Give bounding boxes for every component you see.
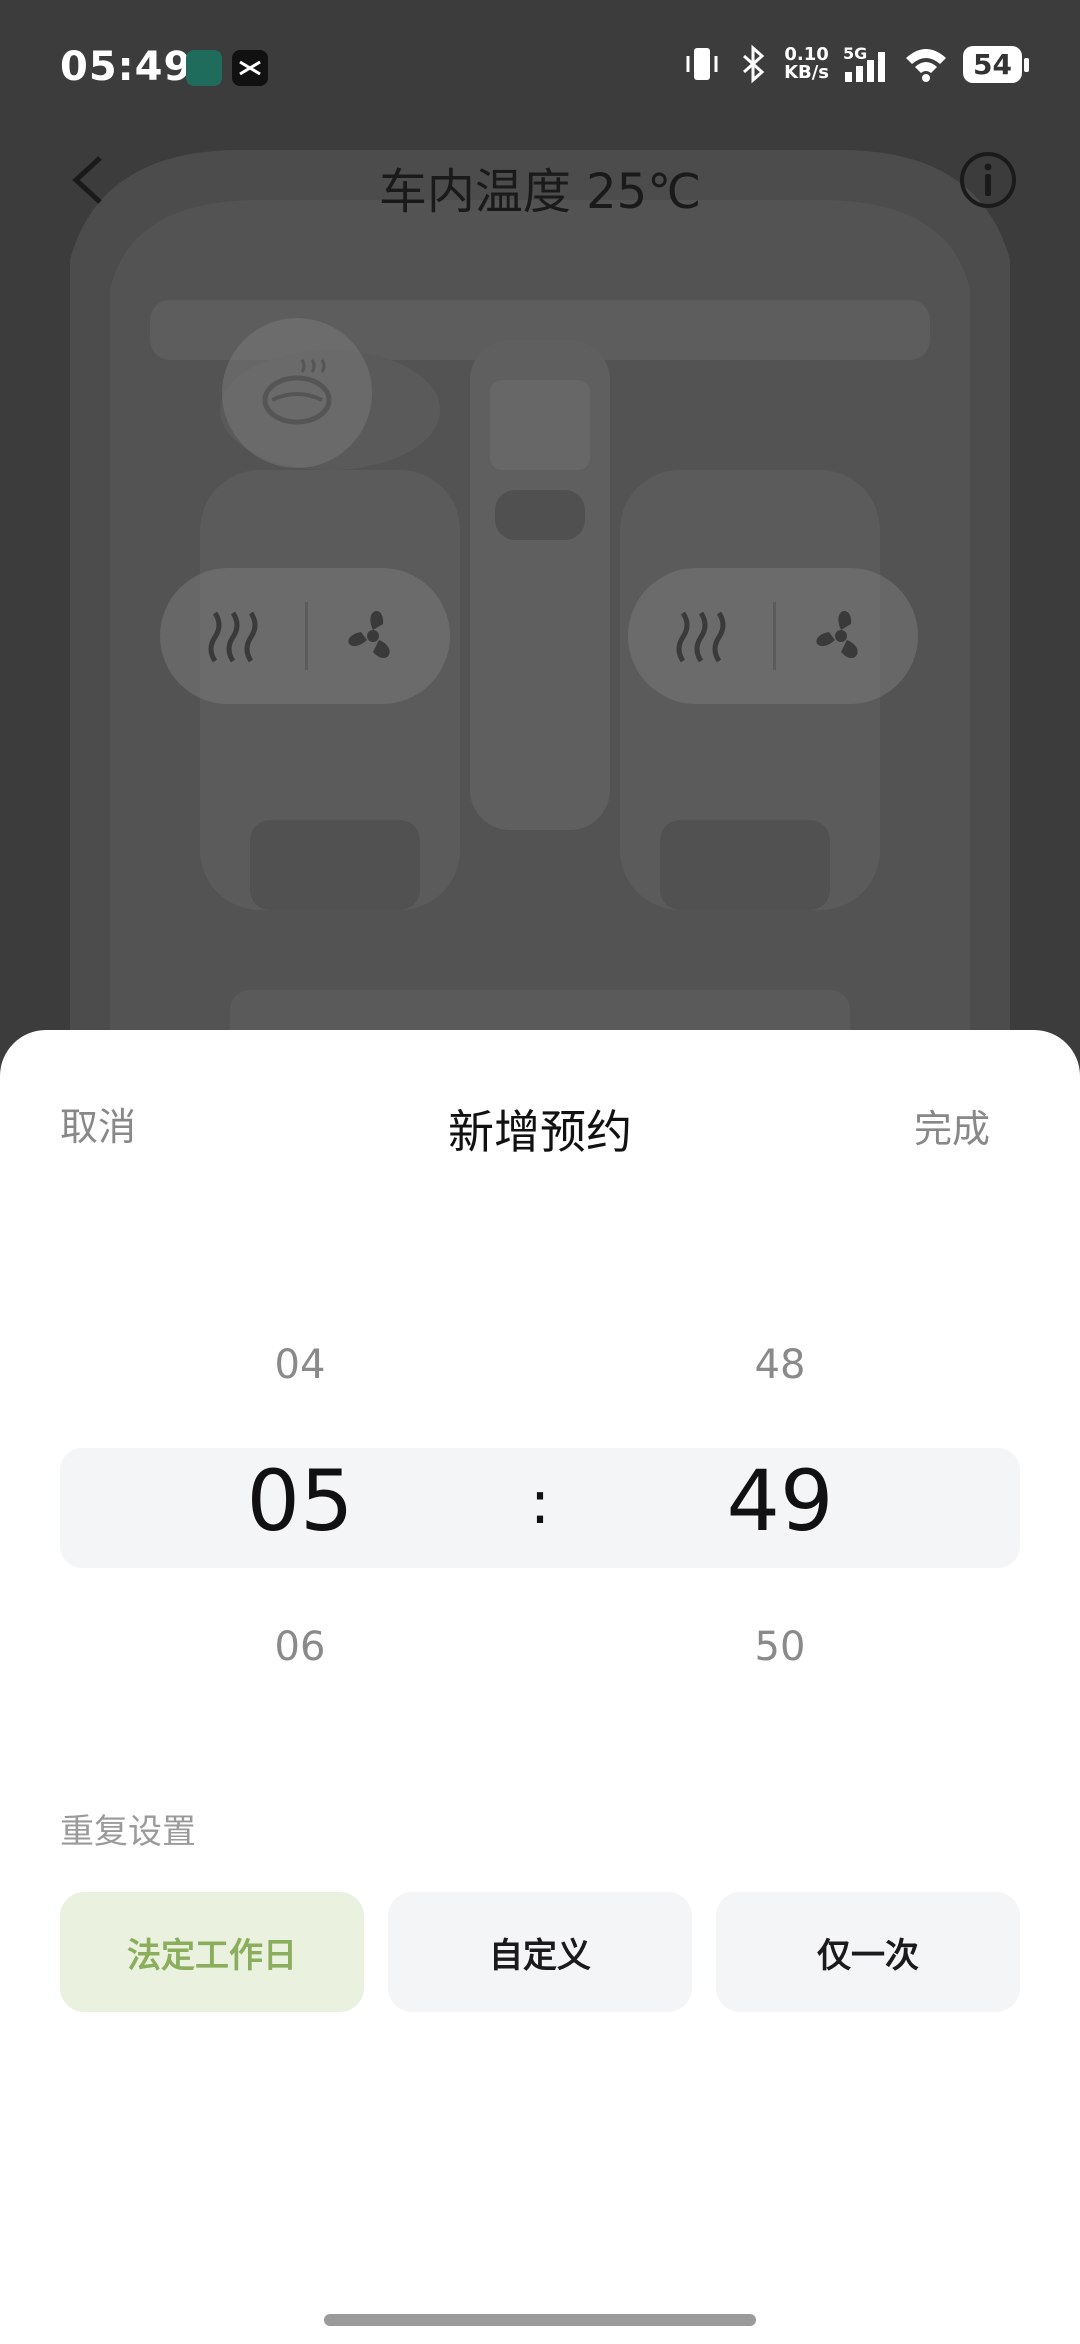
bluetooth-icon (743, 44, 765, 84)
left-seat-heat-button[interactable] (200, 606, 270, 666)
network-type: 5G (843, 44, 868, 63)
page-header: 车内温度 25℃ (0, 140, 1080, 220)
info-icon (960, 152, 1016, 208)
pill-divider (305, 602, 308, 670)
fan-icon (816, 611, 858, 659)
hour-next[interactable]: 06 (200, 1624, 400, 1670)
status-bar: 05:49 0.10 KB/s 5G 54 (0, 0, 1080, 140)
right-seat-heat-button[interactable] (668, 606, 738, 666)
vibrate-icon (686, 48, 718, 80)
status-time: 05:49 (60, 44, 193, 90)
minute-next[interactable]: 50 (680, 1624, 880, 1670)
minute-prev[interactable]: 48 (680, 1342, 880, 1388)
minute-selected[interactable]: 49 (680, 1452, 880, 1550)
left-seat-fan-button[interactable] (335, 598, 411, 674)
network-speed-unit: KB/s (784, 62, 830, 83)
repeat-option-custom[interactable]: 自定义 (388, 1892, 692, 2012)
repeat-settings-label: 重复设置 (60, 1812, 196, 1852)
repeat-option-workdays[interactable]: 法定工作日 (60, 1892, 364, 2012)
hour-selected[interactable]: 05 (200, 1452, 400, 1550)
info-button[interactable] (958, 150, 1018, 210)
time-separator: : (529, 1468, 551, 1538)
repeat-option-once[interactable]: 仅一次 (716, 1892, 1020, 2012)
seat-heat-icon (208, 611, 258, 663)
add-schedule-sheet: 取消 新增预约 完成 04 05 06 : 48 49 50 重复设置 法定工作… (0, 1030, 1080, 2344)
pill-divider (773, 602, 776, 670)
left-seat-controls (160, 568, 450, 704)
fan-icon (348, 611, 390, 659)
home-indicator[interactable] (324, 2314, 756, 2326)
app-notification-icon (186, 50, 222, 86)
cellular-signal: 5G (843, 44, 889, 84)
page-title: 车内温度 25℃ (378, 164, 702, 220)
battery-indicator: 54 (963, 45, 1029, 83)
wifi-icon (906, 49, 947, 82)
network-speed: 0.10 KB/s (784, 46, 829, 82)
app-notification-icon (232, 50, 268, 86)
status-indicators: 0.10 KB/s 5G 54 (682, 44, 1029, 84)
right-seat-controls (628, 568, 918, 704)
hour-prev[interactable]: 04 (200, 1342, 400, 1388)
steering-heat-icon (262, 359, 332, 425)
right-seat-fan-button[interactable] (803, 598, 879, 674)
seat-heat-icon (676, 611, 726, 663)
done-button[interactable]: 完成 (914, 1098, 990, 1153)
steering-heat-button[interactable] (222, 318, 372, 468)
